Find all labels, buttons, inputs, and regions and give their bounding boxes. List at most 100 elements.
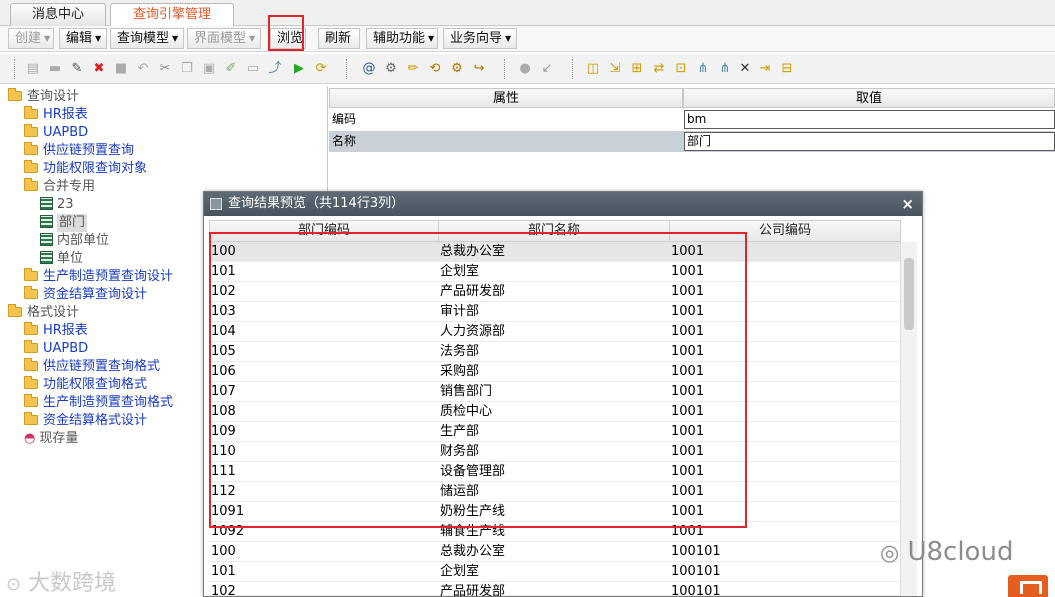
arrow-icon[interactable]: ↙ (538, 60, 556, 78)
table-icon (40, 251, 53, 264)
tree-node-supply-fmt[interactable]: 供应链预置查询格式 (24, 358, 160, 376)
settings-icon[interactable]: ⚙ (382, 60, 400, 78)
tree-label: UAPBD (43, 341, 89, 356)
tree-node-stock[interactable]: ◓ 现存量 (24, 430, 78, 448)
tree-node-23[interactable]: 23 (40, 196, 74, 214)
table-row[interactable]: 102 产品研发部 100101 (209, 582, 901, 597)
folder-icon (24, 106, 38, 119)
tree-node-merge[interactable]: 合并专用 (24, 178, 95, 196)
gears-icon[interactable]: ⚙ (448, 60, 466, 78)
chevron-down-icon: ▼ (172, 34, 179, 43)
tab-message-center[interactable]: 消息中心 (10, 3, 106, 26)
at-icon[interactable]: @ (360, 60, 378, 78)
delete-icon[interactable]: ✖ (90, 60, 108, 78)
query-model-button[interactable]: 查询模型 ▼ (110, 28, 184, 49)
refresh-icon[interactable]: ⟳ (312, 60, 330, 78)
edit-button[interactable]: 编辑 ▼ (59, 28, 107, 49)
cell-dept-name: 产品研发部 (440, 584, 506, 597)
tree-node-inner-unit[interactable]: 内部单位 (40, 232, 109, 250)
property-value-input[interactable]: 部门 (684, 132, 1055, 151)
tree-label: 单位 (57, 251, 84, 266)
copy-icon[interactable]: ❐ (178, 60, 196, 78)
scrollbar-thumb[interactable] (904, 258, 914, 330)
cut-icon[interactable]: ✂ (156, 60, 174, 78)
ui-model-button[interactable]: 界面模型 ▼ (187, 28, 261, 49)
save-icon[interactable]: ▭ (244, 60, 262, 78)
open-icon[interactable]: ▤ (24, 60, 42, 78)
flow-icon[interactable]: ⇲ (606, 60, 624, 78)
tree-node-hr-report[interactable]: HR报表 (24, 106, 88, 124)
tree-label: 资金结算格式设计 (43, 413, 148, 428)
sync-icon[interactable]: ⟲ (426, 60, 444, 78)
table-icon (40, 197, 53, 210)
tree-icon[interactable]: ⊞ (628, 60, 646, 78)
undo-icon[interactable]: ↶ (134, 60, 152, 78)
tree-node-func-permission[interactable]: 功能权限查询对象 (24, 160, 147, 178)
business-wizard-button[interactable]: 业务向导 ▼ (443, 28, 517, 49)
tree-node-unit[interactable]: 单位 (40, 250, 83, 268)
property-name: 名称 (332, 134, 357, 148)
import-icon[interactable]: ⇥ (756, 60, 774, 78)
tree-node-query-design[interactable]: 查询设计 (8, 88, 79, 106)
edit-icon[interactable]: ✎ (68, 60, 86, 78)
menu-bar: 创建 ▼ 编辑 ▼ 查询模型 ▼ 界面模型 ▼ 浏览 刷新 辅助功能 ▼ 业务向导 ▼ (0, 15, 1055, 52)
dialog-titlebar[interactable]: 查询结果预览（共114行3列） × (204, 192, 922, 216)
close-icon[interactable]: × (901, 193, 914, 215)
toolbar-separator (572, 59, 574, 79)
tree-label: 资金结算查询设计 (43, 287, 148, 302)
brand-logo (1008, 575, 1048, 597)
cross-icon[interactable]: ✕ (736, 60, 754, 78)
branch2-icon[interactable]: ⋔ (716, 60, 734, 78)
tree-node-supply-chain[interactable]: 供应链预置查询 (24, 142, 134, 160)
tree-node-uapbd-fmt[interactable]: UAPBD (24, 340, 88, 358)
export-icon[interactable]: ⤴ (266, 60, 284, 78)
tree-label: 格式设计 (27, 305, 80, 320)
paste-icon[interactable]: ▣ (200, 60, 218, 78)
chart-icon[interactable]: ⊡ (672, 60, 690, 78)
property-value-input[interactable]: bm (684, 110, 1055, 129)
tree-node-hr-report-fmt[interactable]: HR报表 (24, 322, 88, 340)
query-model-label: 查询模型 (117, 31, 170, 46)
pencil-icon[interactable]: ✏ (404, 60, 422, 78)
tree-node-mfg[interactable]: 生产制造预置查询设计 (24, 268, 173, 286)
table-row[interactable]: 100 总裁办公室 100101 (209, 542, 901, 562)
refresh-button[interactable]: 刷新 (318, 28, 360, 49)
folder-icon (24, 286, 38, 299)
tree-node-mfg-fmt[interactable]: 生产制造预置查询格式 (24, 394, 173, 412)
table-row[interactable]: 101 企划室 100101 (209, 562, 901, 582)
record-icon[interactable]: ● (516, 60, 534, 78)
tree-node-format-design[interactable]: 格式设计 (8, 304, 79, 322)
tree-label: 供应链预置查询格式 (43, 359, 161, 374)
branch-icon[interactable]: ⋔ (694, 60, 712, 78)
stop-icon[interactable]: ■ (112, 60, 130, 78)
create-button[interactable]: 创建 ▼ (8, 28, 54, 49)
tree-label: UAPBD (43, 125, 89, 140)
cell-dept-name: 企划室 (440, 564, 480, 579)
tree-node-func-fmt[interactable]: 功能权限查询格式 (24, 376, 147, 394)
tree-label: 现存量 (39, 431, 79, 446)
cell-company-code: 100101 (671, 544, 721, 559)
folder-icon (24, 160, 38, 173)
tree-node-uapbd[interactable]: UAPBD (24, 124, 88, 142)
ui-model-label: 界面模型 (194, 31, 247, 46)
tree-label: 生产制造预置查询设计 (43, 269, 174, 284)
browse-highlight (268, 15, 304, 51)
tree-label: 供应链预置查询 (43, 143, 135, 158)
format-icon[interactable]: ✐ (222, 60, 240, 78)
cube-icon[interactable]: ◫ (584, 60, 602, 78)
run-icon[interactable]: ▶ (290, 60, 308, 78)
lock-icon[interactable]: ⊟ (778, 60, 796, 78)
cell-company-code: 100101 (671, 584, 721, 597)
link-icon[interactable]: ↪ (470, 60, 488, 78)
aux-function-button[interactable]: 辅助功能 ▼ (366, 28, 438, 49)
dialog-title: 查询结果预览（共114行3列） (228, 196, 405, 211)
folder-icon[interactable]: ▬ (46, 60, 64, 78)
watermark-left: ⊙ 大数跨境 (6, 565, 116, 597)
tree-node-dept[interactable]: 部门 (40, 214, 88, 232)
tree-label: 功能权限查询对象 (43, 161, 148, 176)
tab-query-engine[interactable]: 查询引擎管理 (110, 3, 234, 27)
window-icon (210, 198, 222, 210)
tree-node-fund-fmt[interactable]: 资金结算格式设计 (24, 412, 147, 430)
move-icon[interactable]: ⇄ (650, 60, 668, 78)
tree-node-fund[interactable]: 资金结算查询设计 (24, 286, 147, 304)
